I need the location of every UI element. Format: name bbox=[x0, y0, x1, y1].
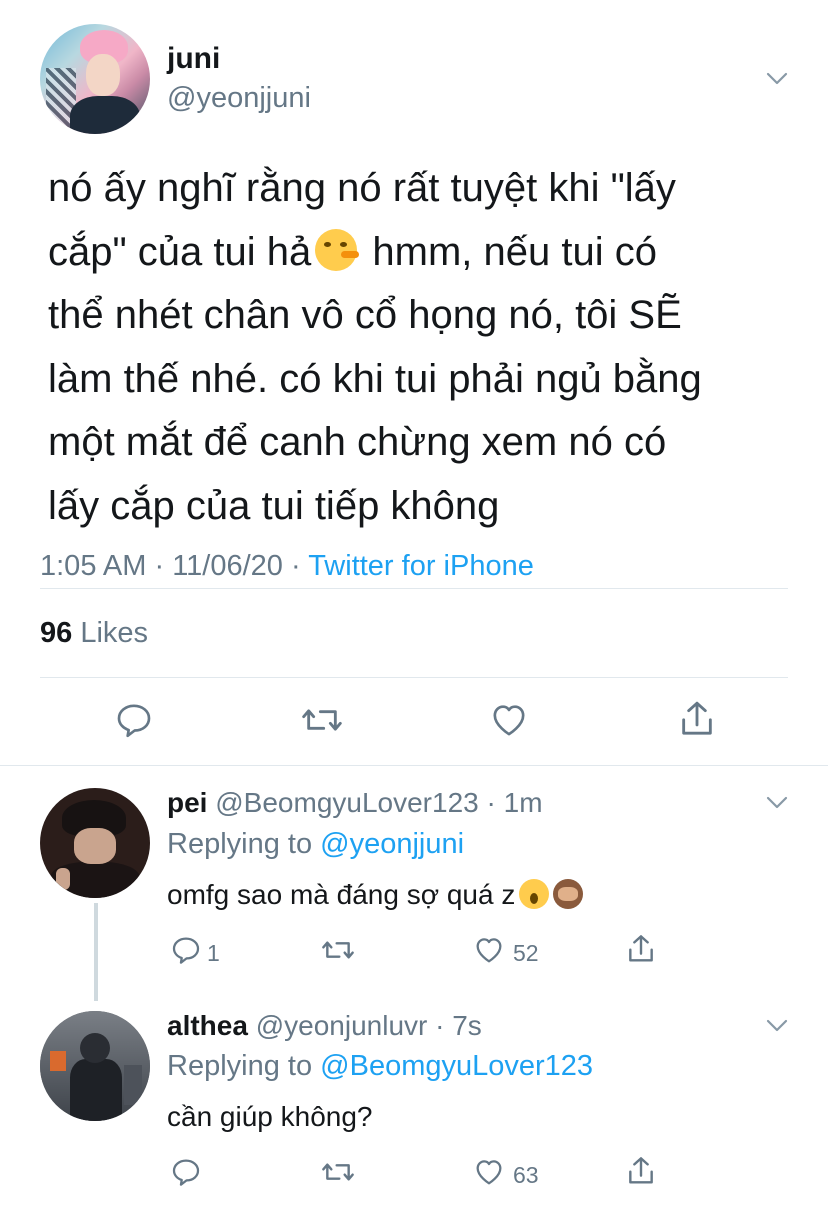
chevron-down-icon[interactable] bbox=[766, 72, 788, 86]
reply-time: 1m bbox=[503, 787, 543, 818]
share-icon[interactable] bbox=[677, 698, 717, 740]
retweet-icon[interactable] bbox=[320, 934, 356, 966]
tweet-source-link[interactable]: Twitter for iPhone bbox=[308, 550, 534, 582]
replying-to: Replying to @yeonjjuni bbox=[167, 828, 465, 860]
tweet-line: một mắt để canh chừng xem nó có bbox=[48, 420, 667, 464]
reply-author-handle[interactable]: @yeonjunluvr bbox=[256, 1010, 428, 1041]
retweet-icon[interactable] bbox=[300, 700, 344, 740]
reply-header: pei @BeomgyuLover123 · 1m bbox=[167, 787, 543, 818]
see-no-evil-monkey-icon bbox=[553, 879, 584, 909]
reply-header: althea @yeonjunluvr · 7s bbox=[167, 1010, 482, 1041]
like-count: 63 bbox=[513, 1162, 539, 1188]
tweet-line: thể nhét chân vô cổ họng nó, tôi SẼ bbox=[48, 293, 682, 337]
like-count: 52 bbox=[513, 940, 539, 966]
like-icon[interactable] bbox=[473, 1156, 505, 1188]
reply-icon[interactable] bbox=[170, 1156, 202, 1188]
main-tweet: juni @yeonjjuni nó ấy nghĩ rằng nó rất t… bbox=[0, 0, 828, 766]
replying-to: Replying to @BeomgyuLover123 bbox=[167, 1050, 594, 1082]
reply-author-name[interactable]: pei bbox=[167, 787, 207, 818]
reply-text: omfg sao mà đáng sợ quá z bbox=[167, 879, 584, 911]
face-screaming-in-fear-icon bbox=[519, 879, 550, 909]
chevron-down-icon[interactable] bbox=[766, 796, 788, 810]
replying-to-link[interactable]: @BeomgyuLover123 bbox=[320, 1050, 593, 1082]
lying-face-icon bbox=[315, 228, 360, 271]
tweet-meta: 1:05 AM · 11/06/20 · Twitter for iPhone bbox=[40, 550, 534, 582]
reply-icon[interactable] bbox=[114, 700, 154, 740]
tweet-text: nó ấy nghĩ rằng nó rất tuyệt khi "lấy cắ… bbox=[48, 157, 808, 538]
tweet-line: nó ấy nghĩ rằng nó rất tuyệt khi "lấy bbox=[48, 166, 676, 210]
avatar[interactable] bbox=[40, 1011, 150, 1121]
share-icon[interactable] bbox=[625, 1154, 657, 1188]
tweet-line: cắp" của tui hả hmm, nếu tui có bbox=[48, 228, 657, 274]
chevron-down-icon[interactable] bbox=[766, 1019, 788, 1033]
divider bbox=[0, 765, 828, 766]
tweet-time: 1:05 AM bbox=[40, 550, 147, 582]
likes-count[interactable]: 96 Likes bbox=[40, 617, 148, 650]
author-name[interactable]: juni bbox=[167, 42, 220, 76]
divider bbox=[40, 677, 788, 678]
like-icon[interactable] bbox=[489, 700, 529, 740]
thread-line bbox=[94, 903, 98, 1001]
author-handle[interactable]: @yeonjjuni bbox=[167, 82, 311, 115]
replying-to-link[interactable]: @yeonjjuni bbox=[320, 828, 464, 860]
reply-author-handle[interactable]: @BeomgyuLover123 bbox=[215, 787, 478, 818]
retweet-icon[interactable] bbox=[320, 1156, 356, 1188]
avatar[interactable] bbox=[40, 788, 150, 898]
tweet-date: 11/06/20 bbox=[172, 550, 283, 582]
reply-text: cần giúp không? bbox=[167, 1101, 373, 1132]
reply-time: 7s bbox=[452, 1010, 482, 1041]
reply-icon[interactable] bbox=[170, 934, 202, 966]
reply-author-name[interactable]: althea bbox=[167, 1010, 248, 1041]
tweet-line: lấy cắp của tui tiếp không bbox=[48, 483, 500, 528]
share-icon[interactable] bbox=[625, 932, 657, 966]
like-icon[interactable] bbox=[473, 934, 505, 966]
reply-count: 1 bbox=[207, 940, 220, 966]
divider bbox=[40, 588, 788, 589]
tweet-line: làm thế nhé. có khi tui phải ngủ bằng bbox=[48, 356, 702, 401]
avatar[interactable] bbox=[40, 24, 150, 134]
